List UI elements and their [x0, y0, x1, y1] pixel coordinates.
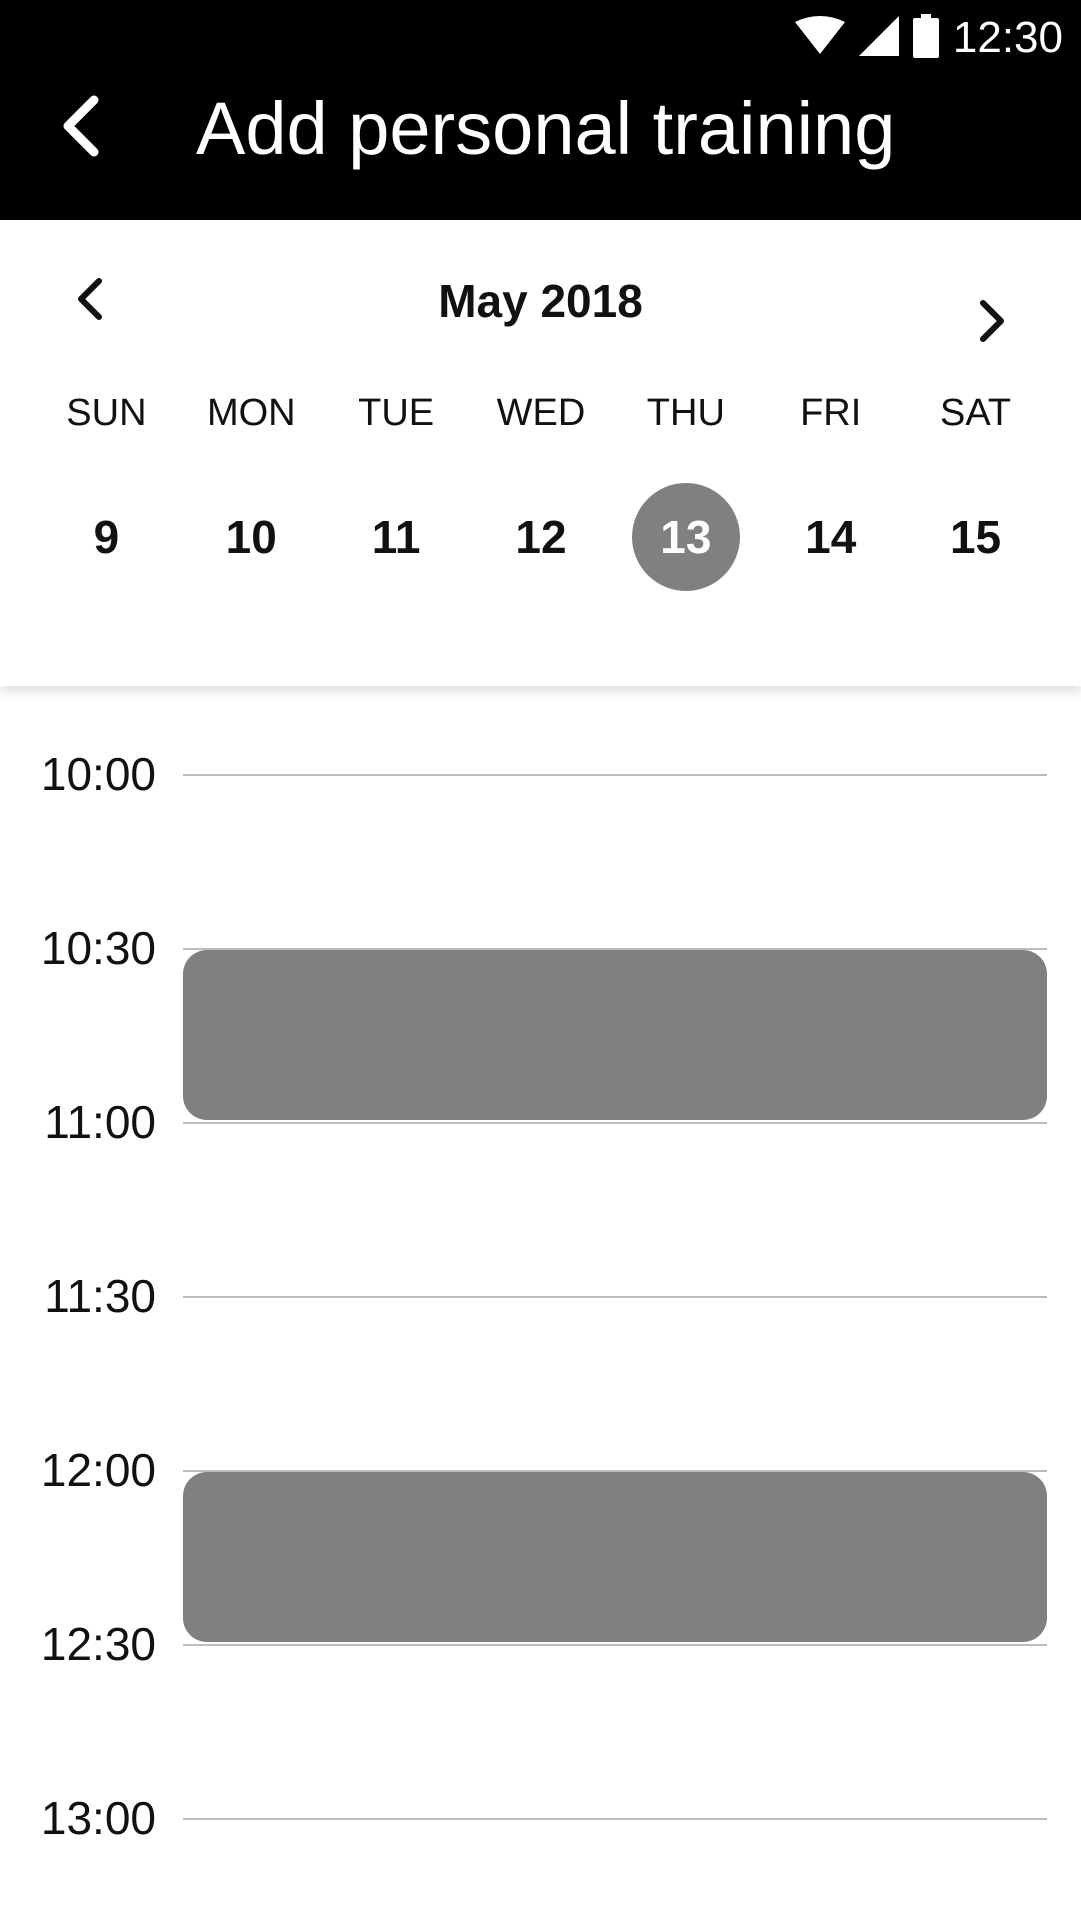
date-cell[interactable]: 11 — [324, 482, 469, 592]
wifi-icon — [794, 15, 845, 61]
date-cell[interactable]: 15 — [903, 482, 1048, 592]
time-slot[interactable]: 13:00 — [0, 1788, 1081, 1848]
week-calendar: May 2018 SUN MON TUE WED THU FRI SAT 9 1… — [0, 220, 1081, 686]
battery-icon — [912, 13, 939, 63]
day-timeline: 10:00 10:30 11:00 11:30 12:00 12:30 13:0… — [0, 686, 1081, 1922]
time-divider — [183, 774, 1047, 776]
time-label: 10:30 — [40, 922, 156, 974]
app-bar: 12:30 Add personal training — [0, 0, 1081, 220]
weekday-row: SUN MON TUE WED THU FRI SAT — [34, 392, 1048, 435]
weekday-label: TUE — [358, 392, 435, 434]
date-number: 14 — [805, 511, 857, 563]
booked-slot-block[interactable] — [183, 1472, 1047, 1642]
date-number: 11 — [371, 511, 421, 563]
time-label: 10:00 — [40, 748, 156, 800]
back-button[interactable] — [40, 88, 120, 168]
weekday-label: FRI — [800, 392, 862, 434]
date-cell-selected[interactable]: 13 — [613, 482, 758, 592]
date-number: 12 — [515, 511, 567, 563]
date-number: 15 — [949, 511, 1002, 563]
date-number: 9 — [93, 511, 120, 563]
date-cell[interactable]: 10 — [179, 482, 324, 592]
weekday-label: THU — [646, 392, 725, 434]
time-slot[interactable]: 10:00 — [0, 744, 1081, 804]
date-number: 13 — [631, 483, 740, 591]
time-divider — [183, 1644, 1047, 1646]
date-cell[interactable]: 14 — [758, 482, 903, 592]
month-label: May 2018 — [438, 275, 643, 327]
booked-slot-block[interactable] — [183, 950, 1047, 1120]
time-label: 11:00 — [44, 1096, 156, 1148]
time-label: 12:00 — [40, 1444, 156, 1496]
status-time: 12:30 — [952, 13, 1063, 62]
weekday-label: SAT — [940, 392, 1012, 434]
time-divider — [183, 1122, 1047, 1124]
next-month-button[interactable] — [957, 288, 1027, 358]
time-divider — [183, 1818, 1047, 1820]
date-number: 10 — [225, 511, 277, 563]
weekday-label: MON — [206, 392, 296, 434]
time-label: 11:30 — [44, 1270, 156, 1322]
date-cell[interactable]: 9 — [34, 482, 179, 592]
chevron-left-icon — [58, 94, 102, 163]
time-divider — [183, 1296, 1047, 1298]
time-label: 13:00 — [40, 1792, 156, 1844]
date-cell[interactable]: 12 — [469, 482, 614, 592]
weekday-label: SUN — [66, 392, 147, 434]
page-title: Add personal training — [196, 87, 896, 170]
chevron-right-icon — [977, 299, 1007, 348]
date-row: 9 10 11 12 13 14 15 — [34, 482, 1048, 592]
weekday-label: WED — [496, 392, 586, 434]
time-slot[interactable]: 11:30 — [0, 1266, 1081, 1326]
cellular-signal-icon — [858, 15, 899, 61]
time-label: 12:30 — [40, 1618, 156, 1670]
status-bar: 12:30 — [794, 12, 1063, 64]
